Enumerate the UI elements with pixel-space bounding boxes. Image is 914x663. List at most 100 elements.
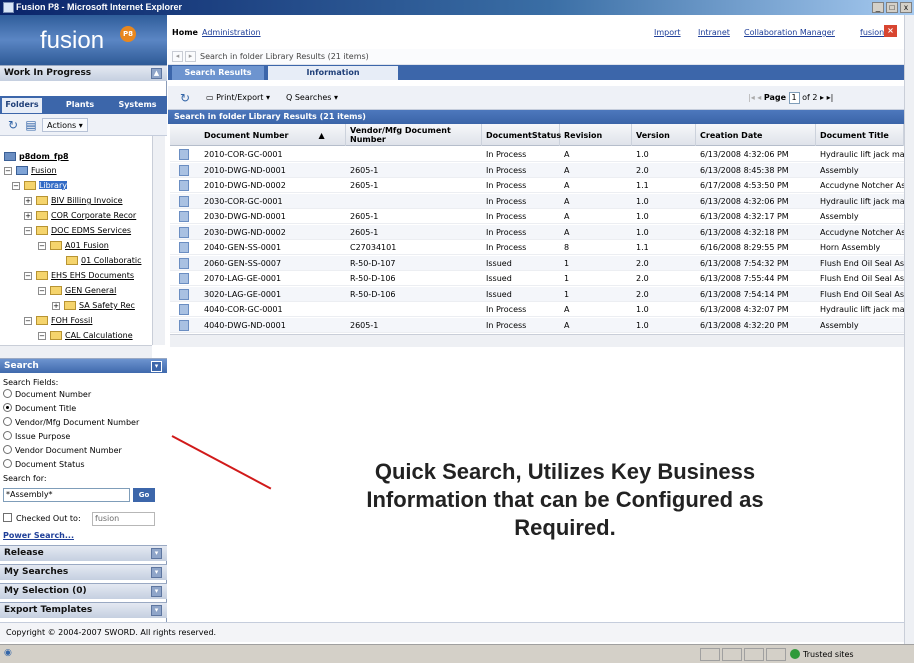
tab-information[interactable]: Information xyxy=(268,66,398,80)
searches-button[interactable]: Q Searches ▾ xyxy=(286,91,338,105)
administration-link[interactable]: Administration xyxy=(202,28,261,37)
tree-node-ehs[interactable]: − EHS EHS Documents xyxy=(24,269,134,283)
checked-out-field[interactable]: fusion xyxy=(92,512,155,526)
document-icon[interactable] xyxy=(179,288,189,300)
tree-vertical-scrollbar[interactable] xyxy=(152,136,165,345)
column-vendor-mfg[interactable]: Vendor/Mfg Document Number xyxy=(346,124,482,146)
grid-horizontal-scrollbar[interactable] xyxy=(170,334,904,347)
tree-node-library[interactable]: − Library xyxy=(12,179,67,193)
tab-search-results[interactable]: Search Results xyxy=(172,66,264,80)
table-row[interactable]: 4040-COR-GC-0001 In Process A 1.0 6/13/2008 … xyxy=(170,302,904,317)
tab-plants[interactable]: Plants xyxy=(60,98,100,113)
expand-icon[interactable]: + xyxy=(24,211,32,220)
expand-icon[interactable]: ▾ xyxy=(151,548,162,559)
document-icon[interactable] xyxy=(179,180,189,191)
radio-icon[interactable] xyxy=(3,445,12,454)
document-icon[interactable] xyxy=(179,319,189,331)
last-page-icon[interactable]: ▸| xyxy=(827,93,834,102)
collapse-icon[interactable]: − xyxy=(4,166,12,175)
next-page-icon[interactable]: ▸ xyxy=(820,93,824,102)
radio-icon[interactable] xyxy=(3,459,12,468)
page-input[interactable]: 1 xyxy=(788,92,800,104)
tree-node-fusion[interactable]: − Fusion xyxy=(4,164,57,178)
column-document-title[interactable]: Document Title xyxy=(816,124,904,146)
expand-icon[interactable]: ▾ xyxy=(151,586,162,597)
collaboration-manager-link[interactable]: Collaboration Manager xyxy=(744,28,835,37)
document-icon[interactable] xyxy=(179,211,189,222)
tree-node-sa[interactable]: + SA Safety Rec xyxy=(52,299,135,313)
search-option-vendor-mfg[interactable]: Vendor/Mfg Document Number xyxy=(3,417,139,429)
prev-page-icon[interactable]: ◂ xyxy=(757,93,761,102)
back-arrow-icon[interactable]: ◂ xyxy=(172,51,183,62)
release-section[interactable]: Release ▾ xyxy=(0,545,167,561)
checked-out-option[interactable]: Checked Out to: xyxy=(3,513,81,525)
page-vertical-scrollbar[interactable] xyxy=(904,15,914,644)
close-window-button[interactable]: x xyxy=(900,2,912,13)
expand-icon[interactable]: + xyxy=(24,196,32,205)
export-templates-section[interactable]: Export Templates ▾ xyxy=(0,602,167,618)
my-selection-section[interactable]: My Selection (0) ▾ xyxy=(0,583,167,599)
expand-icon[interactable]: + xyxy=(52,301,60,310)
tree-node-biv[interactable]: + BIV Billing Invoice xyxy=(24,194,123,208)
user-link[interactable]: fusion xyxy=(860,28,884,37)
table-row[interactable]: 2030-COR-GC-0001 In Process A 1.0 6/13/2008 … xyxy=(170,193,904,209)
go-button[interactable]: Go xyxy=(133,488,155,502)
document-icon[interactable] xyxy=(179,149,189,160)
collapse-icon[interactable]: − xyxy=(38,331,46,340)
logout-close-icon[interactable]: × xyxy=(884,25,897,37)
search-option-document-status[interactable]: Document Status xyxy=(3,459,84,471)
table-row[interactable]: 3020-LAG-GE-0001 R-50-D-106 Issued 1 2.0 6/13… xyxy=(170,286,904,302)
radio-icon[interactable] xyxy=(3,431,12,440)
collapse-icon[interactable]: ▾ xyxy=(151,361,162,372)
home-link[interactable]: Home xyxy=(172,28,198,37)
search-option-document-number[interactable]: Document Number xyxy=(3,389,91,401)
work-in-progress-header[interactable]: Work In Progress ▲ xyxy=(0,65,167,81)
actions-button[interactable]: Actions ▾ xyxy=(42,118,88,132)
collapse-icon[interactable]: − xyxy=(24,226,32,235)
table-row[interactable]: 2030-DWG-ND-0002 2605-1 In Process A 1.0 6/13… xyxy=(170,224,904,240)
table-row[interactable]: 2040-GEN-SS-0001 C27034101 In Process 8 1.1 6… xyxy=(170,240,904,255)
power-search-link[interactable]: Power Search... xyxy=(3,531,74,540)
table-row[interactable]: 2030-DWG-ND-0001 2605-1 In Process A 1.0 6/13… xyxy=(170,209,904,224)
forward-arrow-icon[interactable]: ▸ xyxy=(185,51,196,62)
collapse-icon[interactable]: − xyxy=(24,271,32,280)
first-page-icon[interactable]: |◂ xyxy=(748,93,755,102)
collapse-icon[interactable]: ▲ xyxy=(151,68,162,79)
table-row[interactable]: 4040-DWG-ND-0001 2605-1 In Process A 1.0 6/13… xyxy=(170,317,904,333)
column-creation-date[interactable]: Creation Date xyxy=(696,124,816,146)
column-document-status[interactable]: DocumentStatus xyxy=(482,124,561,146)
tree-node-cal[interactable]: − CAL Calculatione xyxy=(38,329,133,343)
tree-node-cor[interactable]: + COR Corporate Recor xyxy=(24,209,136,223)
search-input[interactable]: *Assembly* xyxy=(3,488,130,502)
document-icon[interactable] xyxy=(179,257,189,269)
my-searches-section[interactable]: My Searches ▾ xyxy=(0,564,167,580)
collapse-icon[interactable]: − xyxy=(24,316,32,325)
table-row[interactable]: 2010-DWG-ND-0002 2605-1 In Process A 1.1 6/17… xyxy=(170,178,904,193)
search-option-vendor-document[interactable]: Vendor Document Number xyxy=(3,445,122,457)
import-link[interactable]: Import xyxy=(654,28,681,37)
radio-icon[interactable] xyxy=(3,417,12,426)
maximize-button[interactable]: □ xyxy=(886,2,898,13)
search-option-issue-purpose[interactable]: Issue Purpose xyxy=(3,431,70,443)
checkbox-icon[interactable] xyxy=(3,513,12,522)
tree-node-foh[interactable]: − FOH Fossil xyxy=(24,314,92,328)
print-export-button[interactable]: ▭ Print/Export ▾ xyxy=(206,91,270,105)
table-row[interactable]: 2060-GEN-SS-0007 R-50-D-107 Issued 1 2.0 6/13… xyxy=(170,255,904,271)
properties-icon[interactable]: ▤ xyxy=(24,118,38,132)
search-option-document-title[interactable]: Document Title xyxy=(3,403,76,415)
tree-node-a01[interactable]: − A01 Fusion xyxy=(38,239,109,253)
document-icon[interactable] xyxy=(179,226,189,238)
table-row[interactable]: 2010-DWG-ND-0001 2605-1 In Process A 2.0 6/13… xyxy=(170,162,904,178)
document-icon[interactable] xyxy=(179,304,189,315)
collapse-icon[interactable]: − xyxy=(38,241,46,250)
radio-icon[interactable] xyxy=(3,389,12,398)
document-icon[interactable] xyxy=(179,164,189,176)
column-version[interactable]: Version xyxy=(632,124,696,146)
tree-node-gen[interactable]: − GEN General xyxy=(38,284,116,298)
tree-node-doc[interactable]: − DOC EDMS Services xyxy=(24,224,131,238)
collapse-icon[interactable]: − xyxy=(38,286,46,295)
refresh-icon[interactable]: ↻ xyxy=(178,91,192,105)
radio-selected-icon[interactable] xyxy=(3,403,12,412)
tree-horizontal-scrollbar[interactable] xyxy=(0,345,152,358)
table-row[interactable]: 2010-COR-GC-0001 In Process A 1.0 6/13/2008 … xyxy=(170,147,904,162)
